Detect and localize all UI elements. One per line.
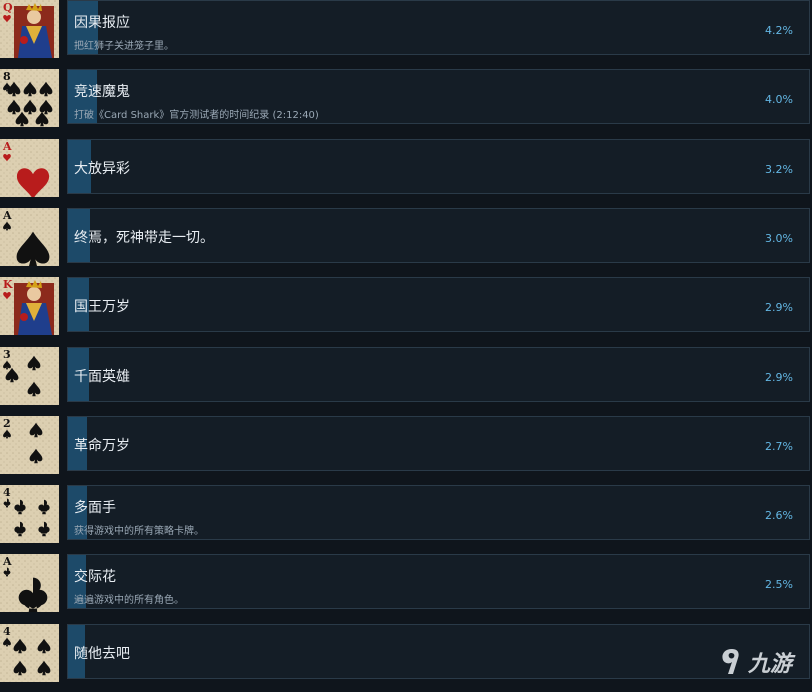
achievement-title: 大放异彩: [74, 160, 130, 177]
achievement-panel: 革命万岁 2.7%: [67, 415, 810, 471]
achievement-card-icon: A: [0, 554, 59, 613]
unlock-percentage: 2.7%: [765, 439, 793, 453]
unlock-percentage: 2.5%: [765, 578, 793, 592]
achievement-panel: 随他去吧: [67, 623, 810, 679]
svg-text:A: A: [2, 209, 12, 222]
achievement-title: 革命万岁: [74, 437, 130, 454]
achievement-row[interactable]: A 大放异彩 3.2%: [0, 138, 812, 197]
achievement-card-icon: A: [0, 207, 59, 266]
achievement-row[interactable]: 4 随他去吧: [0, 623, 812, 682]
achievement-row[interactable]: Q 因果报应把红狮子关进笼子里。 4.2%: [0, 0, 812, 58]
achievement-card-icon: 3: [0, 346, 59, 405]
achievement-title: 国王万岁: [74, 299, 130, 316]
achievement-card-icon: 4: [0, 623, 59, 682]
svg-text:8: 8: [3, 70, 11, 83]
achievement-title: 随他去吧: [74, 645, 130, 662]
achievement-description: 打破《Card Shark》官方测试者的时间纪录 (2:12:40): [74, 110, 319, 122]
achievement-title: 终焉，死神带走一切。: [74, 229, 214, 246]
achievement-row[interactable]: 3 千面英雄 2.9%: [0, 346, 812, 405]
achievement-card-icon: Q: [0, 0, 59, 58]
svg-text:Q: Q: [3, 1, 13, 14]
achievement-row[interactable]: 8 竞速魔鬼打破《Card Shark》官方测试者的时间纪录 (2:12:40) 4…: [0, 69, 812, 128]
svg-text:K: K: [3, 278, 13, 291]
svg-text:4: 4: [3, 625, 11, 638]
achievement-title: 千面英雄: [74, 368, 130, 385]
achievement-description: 遍遍游戏中的所有角色。: [74, 595, 184, 607]
achievement-row[interactable]: A 终焉，死神带走一切。 3.0%: [0, 207, 812, 266]
unlock-percentage: 2.6%: [765, 509, 793, 523]
unlock-percentage: 3.2%: [765, 162, 793, 176]
achievement-panel: 终焉，死神带走一切。 3.0%: [67, 207, 810, 263]
svg-text:2: 2: [3, 417, 11, 430]
achievement-row[interactable]: A 交际花遍遍游戏中的所有角色。 2.5%: [0, 554, 812, 613]
achievement-row[interactable]: 4 多面手获得游戏中的所有策略卡牌。 2.6%: [0, 485, 812, 544]
achievement-panel: 因果报应把红狮子关进笼子里。 4.2%: [67, 0, 810, 55]
jiuyou-logo-icon: [722, 649, 739, 674]
achievement-panel: 交际花遍遍游戏中的所有角色。 2.5%: [67, 554, 810, 610]
achievement-row[interactable]: 2 革命万岁 2.7%: [0, 415, 812, 474]
achievement-card-icon: 8: [0, 69, 59, 128]
unlock-percentage: 4.2%: [765, 24, 793, 37]
achievement-title: 交际花: [74, 569, 116, 586]
achievement-title: 因果报应: [74, 15, 130, 31]
achievement-description: 获得游戏中的所有策略卡牌。: [74, 526, 204, 538]
achievement-title: 竞速魔鬼: [74, 84, 130, 101]
unlock-percentage: 3.0%: [765, 231, 793, 245]
achievement-panel: 竞速魔鬼打破《Card Shark》官方测试者的时间纪录 (2:12:40) 4.…: [67, 69, 810, 125]
achievement-card-icon: 4: [0, 485, 59, 544]
achievement-row[interactable]: K 国王万岁 2.9%: [0, 277, 812, 336]
achievement-panel: 千面英雄 2.9%: [67, 346, 810, 402]
watermark: 九游: [718, 646, 792, 678]
achievement-card-icon: K: [0, 277, 59, 336]
unlock-percentage: 2.9%: [765, 301, 793, 315]
svg-text:A: A: [2, 140, 12, 153]
achievement-panel: 大放异彩 3.2%: [67, 138, 810, 194]
achievement-title: 多面手: [74, 500, 116, 517]
achievement-panel: 国王万岁 2.9%: [67, 277, 810, 333]
svg-text:A: A: [2, 555, 12, 568]
svg-text:4: 4: [3, 486, 11, 499]
unlock-percentage: 4.0%: [765, 93, 793, 107]
svg-text:3: 3: [3, 348, 11, 361]
watermark-text: 九游: [748, 652, 793, 677]
achievement-card-icon: A: [0, 138, 59, 197]
achievement-card-icon: 2: [0, 415, 59, 474]
achievement-panel: 多面手获得游戏中的所有策略卡牌。 2.6%: [67, 485, 810, 541]
unlock-percentage: 2.9%: [765, 370, 793, 384]
achievement-description: 把红狮子关进笼子里。: [74, 41, 174, 52]
